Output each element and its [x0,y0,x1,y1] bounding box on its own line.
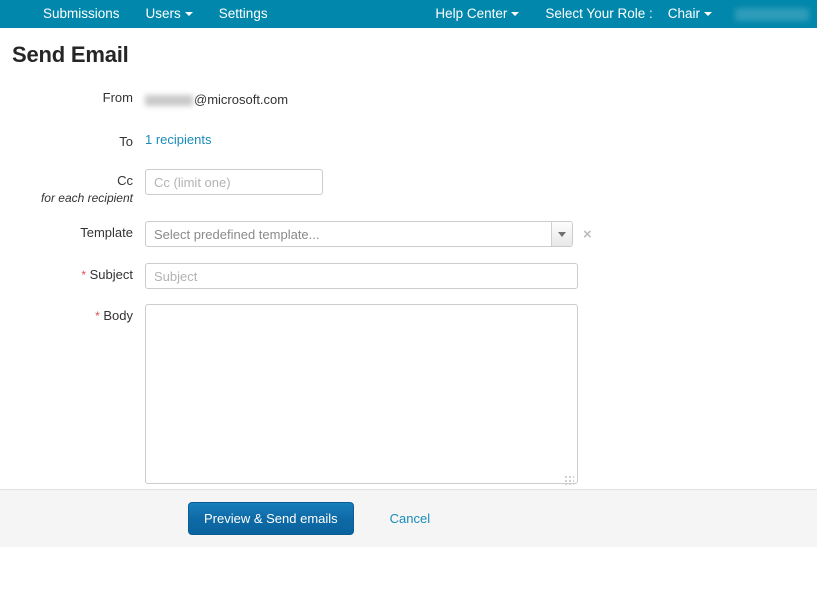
nav-item-help-center[interactable]: Help Center [422,0,532,28]
cancel-link[interactable]: Cancel [390,511,430,526]
from-field: @microsoft.com [145,84,817,110]
cc-label-text: Cc [117,173,133,188]
role-prompt-label: Select Your Role : [545,6,653,21]
nav-item-settings[interactable]: Settings [206,0,281,28]
role-value-label: Chair [667,6,700,21]
form-row-from: From @microsoft.com [0,84,817,110]
to-label: To [119,134,133,149]
subject-label: * Subject [0,261,145,283]
form-row-template: Template Select predefined template... × [0,219,817,247]
top-navigation-bar: Submissions Users Settings Help Center S… [0,0,817,28]
chevron-down-icon [184,12,193,17]
required-marker: * [81,268,86,282]
template-select[interactable]: Select predefined template... [145,221,573,247]
template-select-wrap: Select predefined template... × [145,221,817,247]
to-field: 1 recipients [145,128,817,150]
nav-item-users[interactable]: Users [133,0,206,28]
send-email-form: From @microsoft.com To 1 recipients Cc f… [0,84,817,527]
chevron-down-icon[interactable] [551,222,572,246]
body-textarea[interactable] [145,304,578,484]
body-textarea-wrap [145,304,578,489]
nav-item-submissions[interactable]: Submissions [30,0,133,28]
subject-field [145,261,817,289]
form-row-cc: Cc for each recipient [0,167,817,206]
cc-field [145,167,817,195]
template-selected-value: Select predefined template... [154,226,320,242]
from-label: From [102,90,133,105]
form-row-subject: * Subject [0,261,817,289]
from-value: @microsoft.com [145,86,817,110]
template-label: Template [80,225,133,240]
cc-input[interactable] [145,169,323,195]
help-center-label: Help Center [435,6,508,21]
preview-send-emails-button[interactable]: Preview & Send emails [188,502,354,535]
body-label: * Body [0,302,145,324]
body-label-text: Body [103,308,133,323]
page-title: Send Email [12,42,129,67]
user-account-redacted[interactable] [735,7,809,21]
form-row-to: To 1 recipients [0,128,817,150]
role-selector-chair[interactable]: Chair [655,0,725,28]
nav-item-users-label: Users [145,6,181,21]
recipients-link[interactable]: 1 recipients [145,132,211,147]
chevron-down-icon [704,12,712,17]
clear-template-icon[interactable]: × [583,227,592,242]
cc-sub-label: for each recipient [40,191,133,205]
chevron-down-icon [511,12,520,17]
nav-left-group: Submissions Users Settings [0,0,281,28]
subject-input[interactable] [145,263,578,289]
form-footer-bar: Preview & Send emails Cancel [0,489,817,547]
required-marker: * [95,309,100,323]
from-domain: @microsoft.com [194,92,289,107]
cc-label: Cc for each recipient [0,167,145,206]
template-field: Select predefined template... × [145,219,817,247]
nav-right-group: Help Center Select Your Role : Chair [422,0,817,28]
from-redacted-prefix [145,94,193,106]
subject-label-text: Subject [89,267,133,282]
page-content: Send Email From @microsoft.com To 1 reci… [0,42,817,547]
